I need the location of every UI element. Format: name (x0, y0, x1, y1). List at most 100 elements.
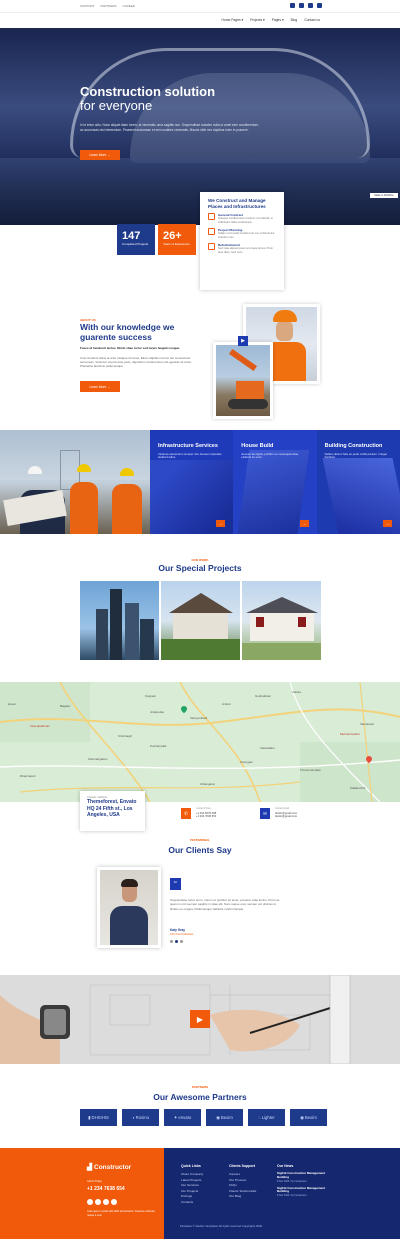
footer-link[interactable]: Our Blog (229, 1194, 256, 1200)
partner-logo[interactable]: ◉ Bexim (206, 1109, 243, 1126)
arrow-right-icon[interactable]: → (216, 520, 226, 527)
partner-logo[interactable]: ◗ Rosino (122, 1109, 159, 1126)
footer-phone[interactable]: +1 234 7638 654 (87, 1186, 125, 1192)
email-address[interactable]: dustin@gmail.com (275, 815, 297, 819)
logo-icon: ◌ (258, 1115, 261, 1120)
testimonial-dots (170, 940, 183, 943)
project-house-red[interactable] (242, 581, 321, 660)
footer-call-label: Call to Today (87, 1180, 102, 1183)
play-icon[interactable]: ▶ (238, 336, 248, 346)
top-link-support[interactable]: SUPPORT (80, 4, 94, 8)
service-building-construction[interactable]: Building Construction Nullam dictum feli… (316, 430, 400, 534)
top-social (290, 3, 322, 8)
youtube-icon[interactable] (317, 3, 322, 8)
map-label: Tiruvannamalai (300, 768, 321, 772)
slider-dot[interactable] (170, 940, 173, 943)
nav-pages[interactable]: Pages ▾ (272, 18, 284, 22)
card-item-text: Sed vitae aliquet ipsum at ornare lectus… (218, 247, 273, 254)
testimonial-role: CFO Ford industries (170, 933, 194, 936)
main-nav: Home Pages ▾ Projects ▾ Pages ▾ Blog Con… (0, 12, 400, 28)
about-body: Cras tincidunt tellus at ante tristique … (80, 356, 192, 368)
service-house-build[interactable]: House Build Aenean leo ligula, porttitor… (233, 430, 317, 534)
map-label: Vettavalam (260, 746, 275, 750)
nav-projects[interactable]: Projects ▾ (250, 18, 265, 22)
video-section: ▶ (0, 975, 400, 1064)
stat-value: 147 (122, 230, 141, 242)
slider-dot[interactable] (175, 940, 178, 943)
card-title: We Construct and Manage Places and Infra… (208, 198, 266, 209)
card-item: Refurbishment Sed vitae aliquet ipsum at … (208, 243, 276, 254)
map-label: Vaniyambadi (190, 716, 208, 720)
news-title[interactable]: Sigfrid Construction Management Building (277, 1171, 337, 1180)
project-skyscrapers[interactable] (80, 581, 159, 660)
instagram-icon[interactable] (103, 1199, 109, 1205)
map-label: Bagalur (60, 704, 71, 708)
linkedin-icon[interactable] (308, 3, 313, 8)
card-item: General Contract Quisque condimentum tinc… (208, 213, 276, 224)
footer-col-title: Quick Links (181, 1164, 201, 1168)
footer-description: Cras quis mi pede with effici tal tincid… (87, 1210, 155, 1217)
twitter-icon[interactable] (290, 3, 295, 8)
footer-link[interactable]: About Company (181, 1172, 203, 1178)
testimonial-text: Suspendisse tortor enim, rutrum et portt… (170, 898, 280, 911)
testimonial-name: Katy Gray (170, 928, 186, 932)
slider-dot[interactable] (180, 940, 183, 943)
address-card: Contact / Address Themeforest, Envato HQ… (80, 791, 145, 831)
email-icon: ✉ (260, 808, 270, 819)
service-text: Nullam dictum felis eu pede mollis preti… (324, 451, 388, 460)
building-icon: ▟ (87, 1164, 92, 1171)
phone-number[interactable]: +1 234 7638 654 (196, 815, 216, 819)
projects-title: Our Special Projects (158, 563, 242, 573)
excavator-photo (213, 342, 273, 419)
partner-logo[interactable]: ◉ Bexim (290, 1109, 327, 1126)
arrow-right-icon[interactable]: → (299, 520, 309, 527)
phone-icon: ✆ (181, 808, 191, 819)
footer-col-title: Clients Support (229, 1164, 256, 1168)
map-label: Melmaruvathur (340, 732, 361, 736)
hero-subtitle: for everyone (80, 98, 153, 113)
address-text: Themeforest, Envato HQ 24 Fifth st., Los… (87, 799, 137, 818)
service-title: Building Construction (324, 443, 383, 449)
map-label: Kallakurichi (350, 786, 366, 790)
partner-logo[interactable]: ▮ DHSIHIS (80, 1109, 117, 1126)
footer-logo[interactable]: ▟ Constructor (87, 1163, 131, 1172)
card-item-text: Nullam commodo tincidunt est non vehicul… (218, 232, 275, 239)
projects-tag: OUR WORK (191, 558, 209, 562)
footer-link[interactable]: Contacts (181, 1200, 203, 1206)
nav-blog[interactable]: Blog (291, 18, 298, 22)
webflow-badge[interactable]: Made in Webflow (370, 193, 398, 198)
arrow-right-icon[interactable]: → (382, 520, 392, 527)
map-label: Jolarpettai (150, 710, 164, 714)
nav-home-pages[interactable]: Home Pages ▾ (222, 18, 244, 22)
facebook-icon[interactable] (299, 3, 304, 8)
twitter-icon[interactable] (95, 1199, 101, 1205)
top-bar: SUPPORT PARTNERS CAREER (0, 0, 400, 12)
copyright: Flowbase © Davilcs Templates All rights … (180, 1224, 263, 1228)
youtube-icon[interactable] (111, 1199, 117, 1205)
partners-logos: ▮ DHSIHIS ◗ Rosino ✦ envato ◉ Bexim ◌ Lighter… (80, 1109, 327, 1126)
news-title[interactable]: Sigfrid Construction Management Building (277, 1186, 337, 1195)
service-infrastructure[interactable]: Infrastructure Services Vivamus elementu… (150, 430, 234, 534)
nav-contact[interactable]: Contact us (304, 18, 320, 22)
hero-body: In id enim odio. Nunc aliquet diam lorem… (80, 123, 259, 132)
map-label: Vellore (292, 690, 302, 694)
hero-title: Construction solution (80, 84, 216, 99)
project-house-gable[interactable] (161, 581, 240, 660)
facebook-icon[interactable] (87, 1199, 93, 1205)
partners-title: Our Awesome Partners (153, 1092, 247, 1102)
partner-logo[interactable]: ✦ envato (164, 1109, 201, 1126)
stat-label: Completed Projects (122, 242, 149, 246)
map-label: Ambur (222, 702, 231, 706)
location-map[interactable]: Kuppam Kaveripattinam Krishnagiri Dharma… (0, 682, 400, 802)
hero-learn-more-button[interactable]: Learn More → (80, 150, 120, 160)
logo-icon: ◉ (300, 1114, 304, 1120)
top-link-partners[interactable]: PARTNERS (100, 4, 116, 8)
card-item-text: Quisque condimentum tincid ac orci bland… (218, 217, 273, 224)
news-meta: 8 Nov 2020 / by Investiment (277, 1194, 307, 1198)
partner-logo[interactable]: ◌ Lighter (248, 1109, 285, 1126)
map-label: Dharmapuri (20, 774, 36, 778)
video-play-icon[interactable]: ▶ (190, 1010, 210, 1028)
footer-news: Our News Sigfrid Construction Management… (277, 1164, 337, 1201)
top-link-career[interactable]: CAREER (123, 4, 136, 8)
about-learn-more-button[interactable]: Learn More → (80, 381, 120, 392)
